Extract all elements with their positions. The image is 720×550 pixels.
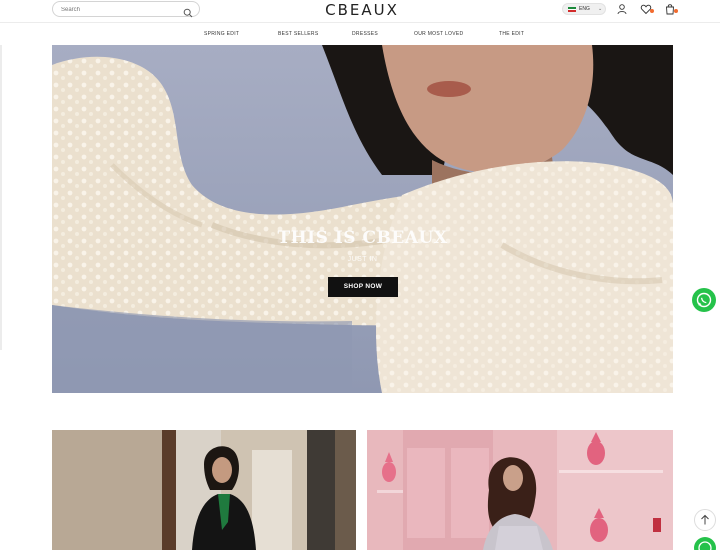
nav-item-most-loved[interactable]: OUR MOST LOVED bbox=[414, 28, 463, 40]
back-to-top-button[interactable] bbox=[694, 509, 716, 531]
wishlist-icon[interactable] bbox=[640, 3, 654, 15]
language-selector[interactable]: ENG ⌄ bbox=[562, 3, 606, 15]
search-box[interactable] bbox=[52, 1, 200, 18]
whatsapp-button[interactable] bbox=[692, 288, 716, 312]
shop-now-button[interactable]: SHOP NOW bbox=[328, 277, 398, 297]
brand-logo[interactable]: CBEAUX bbox=[300, 0, 424, 20]
kuwait-flag-icon bbox=[568, 7, 576, 12]
site-header: CBEAUX ENG ⌄ bbox=[0, 0, 720, 20]
hero-image bbox=[52, 45, 673, 393]
user-icon[interactable] bbox=[616, 3, 628, 15]
header-divider bbox=[0, 22, 720, 23]
cart-icon[interactable] bbox=[664, 3, 678, 15]
cart-badge bbox=[674, 9, 678, 13]
search-input[interactable] bbox=[61, 4, 179, 15]
page-edge bbox=[0, 45, 2, 350]
language-code: ENG bbox=[579, 6, 590, 12]
hero-title: THIS IS CBEAUX bbox=[277, 228, 448, 248]
collection-card-left[interactable] bbox=[52, 430, 356, 550]
main-nav: SPRING EDIT BEST SELLERS DRESSES OUR MOS… bbox=[0, 28, 720, 40]
nav-item-best-sellers[interactable]: BEST SELLERS bbox=[278, 28, 318, 40]
whatsapp-button-secondary[interactable] bbox=[694, 537, 716, 550]
whatsapp-icon bbox=[698, 541, 712, 550]
wishlist-badge bbox=[650, 9, 654, 13]
hero-subtitle: JUST IN bbox=[347, 256, 378, 263]
collection-image-left bbox=[52, 430, 356, 550]
nav-item-the-edit[interactable]: THE EDIT bbox=[499, 28, 524, 40]
nav-item-spring-edit[interactable]: SPRING EDIT bbox=[204, 28, 239, 40]
nav-item-dresses[interactable]: DRESSES bbox=[352, 28, 378, 40]
collection-card-right[interactable] bbox=[367, 430, 673, 550]
collection-image-right bbox=[367, 430, 673, 550]
whatsapp-icon bbox=[696, 292, 712, 308]
chevron-down-icon: ⌄ bbox=[598, 6, 603, 12]
arrow-up-icon bbox=[701, 514, 709, 525]
hero-banner[interactable]: THIS IS CBEAUX JUST IN SHOP NOW bbox=[52, 45, 673, 393]
search-icon[interactable] bbox=[183, 5, 193, 18]
